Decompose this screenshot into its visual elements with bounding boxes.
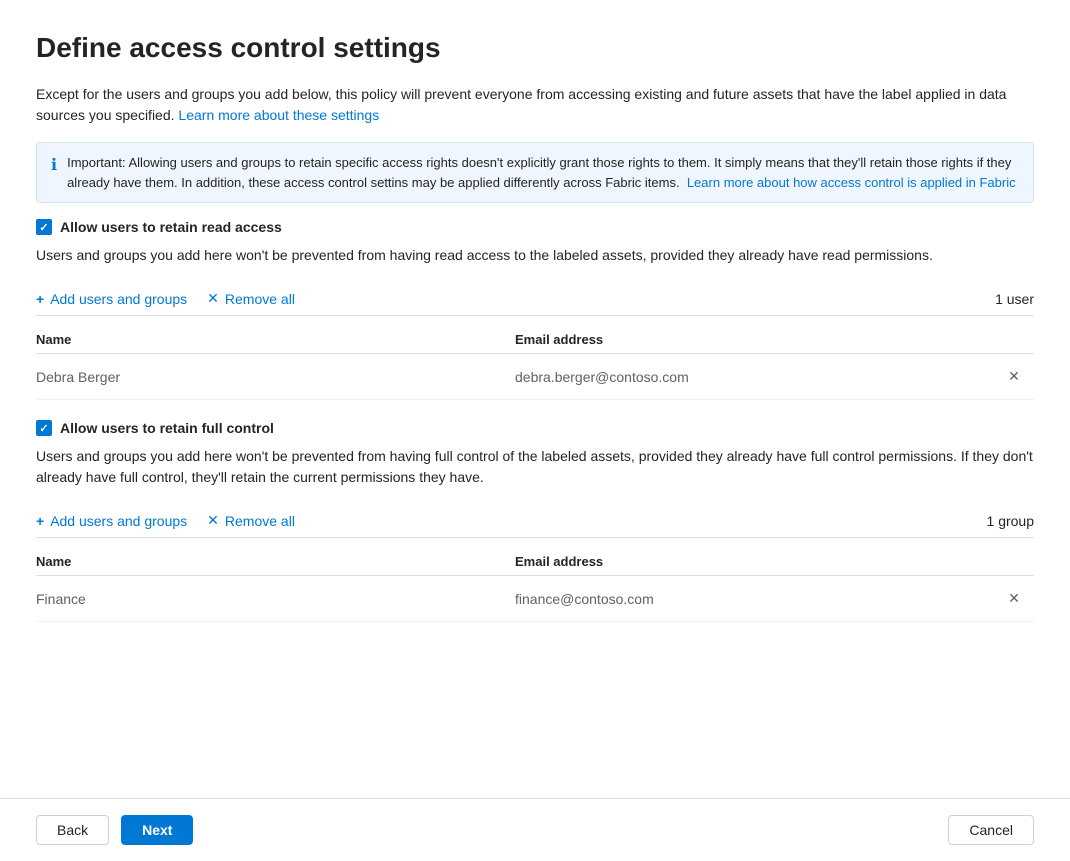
full-control-checkbox[interactable]	[36, 420, 52, 436]
full-control-checkbox-row: Allow users to retain full control	[36, 420, 1034, 436]
full-control-row-name: Finance	[36, 591, 515, 607]
cancel-button[interactable]: Cancel	[948, 815, 1034, 845]
close-icon-2: ✕	[1008, 590, 1020, 607]
full-control-col-name: Name	[36, 554, 515, 569]
learn-more-link[interactable]: Learn more about these settings	[178, 107, 379, 123]
full-control-remove-row-button[interactable]: ✕	[994, 586, 1034, 611]
intro-text: Except for the users and groups you add …	[36, 84, 1034, 126]
x-icon-2	[207, 512, 219, 529]
full-control-table-row: Finance finance@contoso.com ✕	[36, 576, 1034, 622]
read-access-table-header: Name Email address	[36, 324, 1034, 354]
full-control-table-header: Name Email address	[36, 546, 1034, 576]
read-access-remove-row-button[interactable]: ✕	[994, 364, 1034, 389]
x-icon	[207, 290, 219, 307]
full-control-row-email: finance@contoso.com	[515, 591, 994, 607]
read-access-row-email: debra.berger@contoso.com	[515, 369, 994, 385]
full-control-actions-row: Add users and groups Remove all 1 group	[36, 504, 1034, 538]
read-access-remove-all-button[interactable]: Remove all	[207, 290, 295, 307]
info-banner: ℹ Important: Allowing users and groups t…	[36, 142, 1034, 203]
close-icon: ✕	[1008, 368, 1020, 385]
plus-icon	[36, 291, 44, 307]
read-access-actions-row: Add users and groups Remove all 1 user	[36, 282, 1034, 316]
read-access-add-button[interactable]: Add users and groups	[36, 291, 187, 307]
next-button[interactable]: Next	[121, 815, 193, 845]
read-access-checkbox-row: Allow users to retain read access	[36, 219, 1034, 235]
read-access-row-name: Debra Berger	[36, 369, 515, 385]
page-title: Define access control settings	[36, 32, 1034, 64]
back-button[interactable]: Back	[36, 815, 109, 845]
full-control-description: Users and groups you add here won't be p…	[36, 446, 1034, 488]
footer: Back Next Cancel	[0, 798, 1070, 861]
full-control-count: 1 group	[987, 513, 1034, 529]
info-banner-link[interactable]: Learn more about how access control is a…	[687, 175, 1016, 190]
read-access-checkbox[interactable]	[36, 219, 52, 235]
info-icon: ℹ	[51, 154, 57, 178]
footer-left-buttons: Back Next	[36, 815, 193, 845]
full-control-remove-all-button[interactable]: Remove all	[207, 512, 295, 529]
plus-icon-2	[36, 513, 44, 529]
read-access-col-name: Name	[36, 332, 515, 347]
read-access-table-row: Debra Berger debra.berger@contoso.com ✕	[36, 354, 1034, 400]
full-control-col-email: Email address	[515, 554, 994, 569]
read-access-checkbox-label: Allow users to retain read access	[60, 219, 282, 235]
read-access-description: Users and groups you add here won't be p…	[36, 245, 1034, 266]
read-access-col-email: Email address	[515, 332, 994, 347]
full-control-checkbox-label: Allow users to retain full control	[60, 420, 274, 436]
full-control-add-button[interactable]: Add users and groups	[36, 513, 187, 529]
read-access-count: 1 user	[995, 291, 1034, 307]
